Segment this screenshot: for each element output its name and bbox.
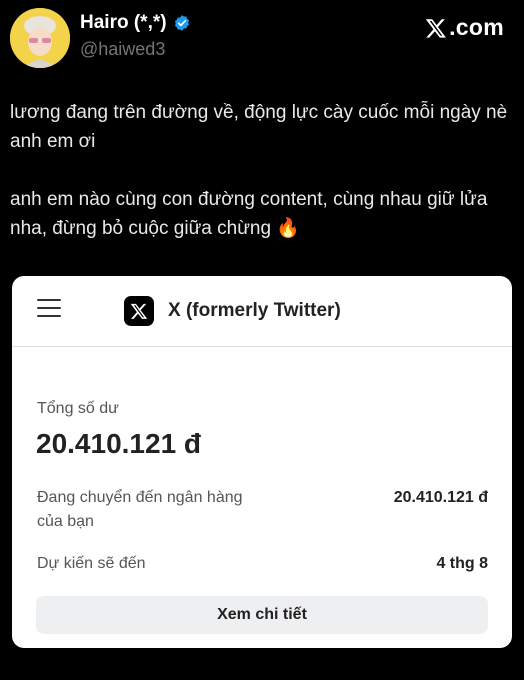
transfer-value: 20.410.121 đ xyxy=(393,489,488,506)
balance-amount: 20.410.121 đ xyxy=(36,428,202,459)
avatar[interactable] xyxy=(10,8,70,68)
balance-label: Tổng số dư xyxy=(37,400,119,417)
view-details-button[interactable]: Xem chi tiết xyxy=(36,596,488,634)
eta-label: Dự kiến sẽ đến xyxy=(37,555,146,572)
fire-emoji: 🔥 xyxy=(276,218,301,239)
tweet-paragraph-2-text: anh em nào cùng con đường content, cùng … xyxy=(10,189,488,239)
author-handle[interactable]: @haiwed3 xyxy=(80,39,165,60)
transfer-label: Đang chuyển đến ngân hàng của bạn xyxy=(37,489,243,530)
author-name[interactable]: Hairo (*,*) xyxy=(80,12,191,34)
tweet-body: lương đang trên đường về, động lực cày c… xyxy=(10,98,510,272)
hamburger-menu-icon[interactable] xyxy=(37,299,61,317)
tweet-header: Hairo (*,*) @haiwed3 .com xyxy=(0,0,524,78)
eta-value: 4 thg 8 xyxy=(436,555,488,572)
x-logo-icon xyxy=(425,18,447,38)
app-title: X (formerly Twitter) xyxy=(168,300,341,321)
verified-badge-icon xyxy=(174,15,189,31)
x-com-watermark: .com xyxy=(425,14,504,41)
brand-text: .com xyxy=(449,14,504,40)
tweet-paragraph-2: anh em nào cùng con đường content, cùng … xyxy=(10,185,510,243)
payout-screenshot-card: X (formerly Twitter) Tổng số dư 20.410.1… xyxy=(12,276,512,648)
tweet-paragraph-1: lương đang trên đường về, động lực cày c… xyxy=(10,102,508,152)
author-name-text[interactable]: Hairo (*,*) xyxy=(80,12,167,34)
avatar-image xyxy=(10,8,70,68)
card-app-bar: X (formerly Twitter) xyxy=(12,276,512,347)
x-app-logo-icon xyxy=(124,296,154,326)
